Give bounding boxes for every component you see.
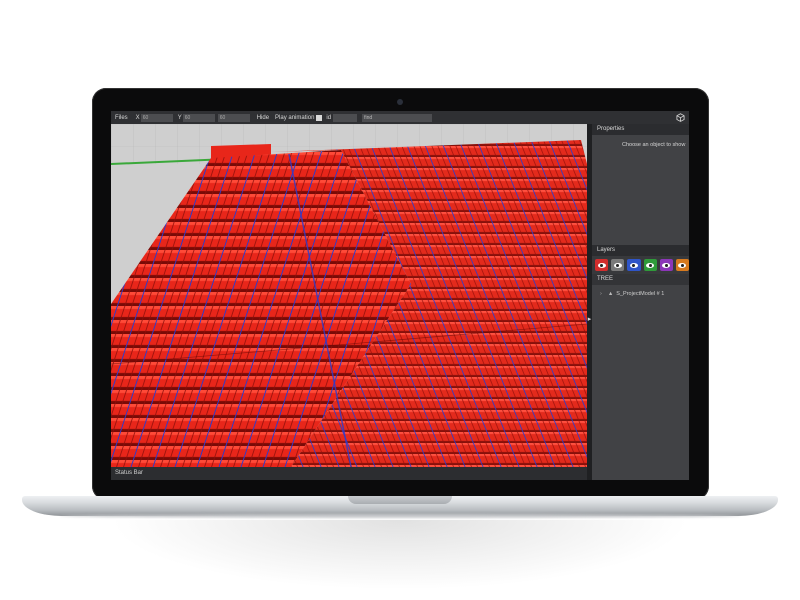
- play-animation-label: Play animation: [275, 114, 315, 121]
- laptop-opening-notch: [348, 496, 452, 504]
- side-panel: Properties Choose an object to show Laye…: [592, 124, 689, 480]
- top-toolbar: Files X 60 Y 60 60 Hide Play animation i…: [111, 111, 689, 124]
- z-input[interactable]: 60: [217, 113, 250, 122]
- layer-toggle-button[interactable]: [643, 259, 657, 271]
- table-reflection: [110, 520, 690, 590]
- layer-toggle-button[interactable]: [611, 259, 625, 271]
- status-bar: Status Bar: [111, 467, 587, 480]
- tree-item[interactable]: › ▲ S_ProjectModel # 1: [600, 291, 689, 297]
- layers-header: Layers: [592, 245, 689, 256]
- layer-toggle-button[interactable]: [627, 259, 641, 271]
- id-input[interactable]: [333, 113, 358, 122]
- eye-pupil: [600, 263, 604, 267]
- tree-header: TREE: [592, 274, 689, 285]
- tree-item-label: S_ProjectModel # 1: [616, 291, 665, 297]
- eye-icon: [613, 262, 622, 268]
- hide-button[interactable]: Hide: [253, 115, 273, 121]
- x-input[interactable]: 60: [140, 113, 173, 122]
- eye-icon: [662, 262, 671, 268]
- eye-icon: [629, 262, 638, 268]
- app-window: Files X 60 Y 60 60 Hide Play animation i…: [111, 111, 689, 480]
- properties-panel: Properties Choose an object to show: [592, 124, 689, 245]
- x-label: X: [135, 114, 140, 121]
- play-animation-checkbox[interactable]: [316, 114, 323, 121]
- eye-pupil: [680, 263, 684, 267]
- layer-toggle-button[interactable]: [675, 259, 689, 271]
- 3d-viewport[interactable]: [111, 124, 587, 467]
- find-input[interactable]: find: [362, 113, 433, 122]
- eye-pupil: [664, 263, 668, 267]
- eye-pupil: [648, 263, 652, 267]
- eye-pupil: [632, 263, 636, 267]
- id-label: id: [326, 114, 332, 121]
- model-icon: ▲: [607, 291, 614, 297]
- eye-icon: [646, 262, 655, 268]
- eye-icon: [678, 262, 687, 268]
- facade-model-render: [111, 124, 587, 467]
- expand-caret-icon[interactable]: ›: [600, 291, 602, 297]
- layer-visibility-buttons: [592, 256, 689, 274]
- layer-toggle-button[interactable]: [595, 259, 609, 271]
- eye-icon: [597, 262, 606, 268]
- files-menu[interactable]: Files: [111, 115, 132, 121]
- y-input[interactable]: 60: [182, 113, 215, 122]
- properties-hint: Choose an object to show: [622, 142, 686, 148]
- layer-toggle-button[interactable]: [659, 259, 673, 271]
- properties-header: Properties: [592, 124, 689, 135]
- webcam-icon: [397, 99, 403, 105]
- y-label: Y: [177, 114, 182, 121]
- cube-icon[interactable]: [676, 113, 685, 122]
- laptop-foot-shadow: [60, 514, 740, 518]
- eye-pupil: [616, 263, 620, 267]
